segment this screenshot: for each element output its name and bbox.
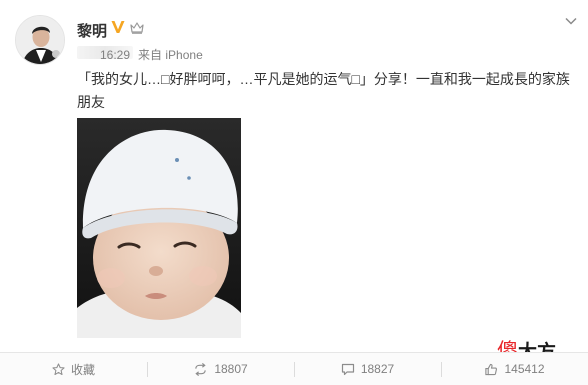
source-prefix: 来自 [138,48,163,62]
like-count: 145412 [504,362,545,376]
baby-photo [77,118,241,338]
avatar-portrait [16,16,64,64]
repost-icon [195,362,207,376]
action-bar: 收藏 18807 18827 145412 [0,352,588,385]
post-source[interactable]: iPhone [165,48,202,62]
favorite-button[interactable]: 收藏 [0,353,147,385]
repost-count: 18807 [214,362,248,376]
weibo-post: 黎明 16:29 来自 iPhone 「我的女儿…□好胖呵呵，…平凡是她的运气□」… [0,0,588,385]
chevron-down-icon[interactable] [565,17,577,25]
thumbs-up-icon [485,363,498,375]
repost-button[interactable]: 18807 [147,353,294,385]
favorite-label: 收藏 [70,362,95,377]
comment-button[interactable]: 18827 [294,353,441,385]
verified-v-icon [111,21,125,33]
comment-icon [341,363,354,375]
post-meta: 16:29 来自 iPhone [100,46,203,63]
avatar[interactable] [15,15,65,65]
comment-count: 18827 [360,362,395,376]
crown-icon[interactable] [130,21,144,34]
post-photo[interactable] [77,118,241,338]
post-text: 「我的女儿…□好胖呵呵，…平凡是她的运气□」分享！一直和我一起成長的家族朋友 [77,71,570,110]
star-icon [52,362,65,375]
like-button[interactable]: 145412 [441,353,588,385]
post-time[interactable]: 16:29 [100,48,130,62]
author-name[interactable]: 黎明 [77,20,107,41]
